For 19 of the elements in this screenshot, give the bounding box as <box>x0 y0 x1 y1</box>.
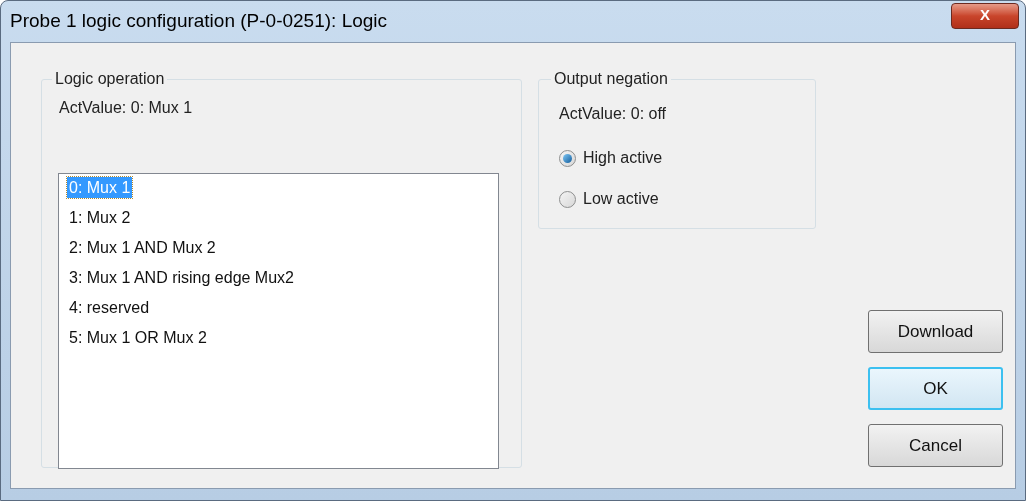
group-title: Logic operation <box>52 69 168 89</box>
dialog-button[interactable]: Download <box>868 310 1003 353</box>
radio-button[interactable] <box>559 149 576 167</box>
act-value-text: ActValue: 0: Mux 1 <box>59 98 193 118</box>
list-item[interactable]: 1: Mux 2 <box>67 207 133 228</box>
list-box[interactable]: 0: Mux 1 1: Mux 2 2: Mux 1 AND Mux 2 3: Mux 1 AND rising edge Mux2 4: reserved 5: Mux 1 OR Mux 2 <box>58 173 499 469</box>
list-item[interactable]: 4: reserved <box>67 297 152 318</box>
window-title: Probe 1 logic configuration (P-0-0251): Logic <box>10 9 388 34</box>
group-title: Output negation <box>551 69 671 89</box>
list-item[interactable]: 3: Mux 1 AND rising edge Mux2 <box>67 267 296 288</box>
list-item[interactable]: 2: Mux 1 AND Mux 2 <box>67 237 218 258</box>
radio-label: High active <box>583 148 663 168</box>
close-button[interactable]: X <box>951 2 1019 29</box>
radio-button[interactable] <box>559 190 576 208</box>
radio-label: Low active <box>583 189 659 209</box>
dialog-button[interactable]: OK <box>868 367 1003 410</box>
list-item[interactable]: 5: Mux 1 OR Mux 2 <box>67 327 209 348</box>
dialog-button[interactable]: Cancel <box>868 424 1003 467</box>
act-value-text: ActValue: 0: off <box>559 104 667 124</box>
